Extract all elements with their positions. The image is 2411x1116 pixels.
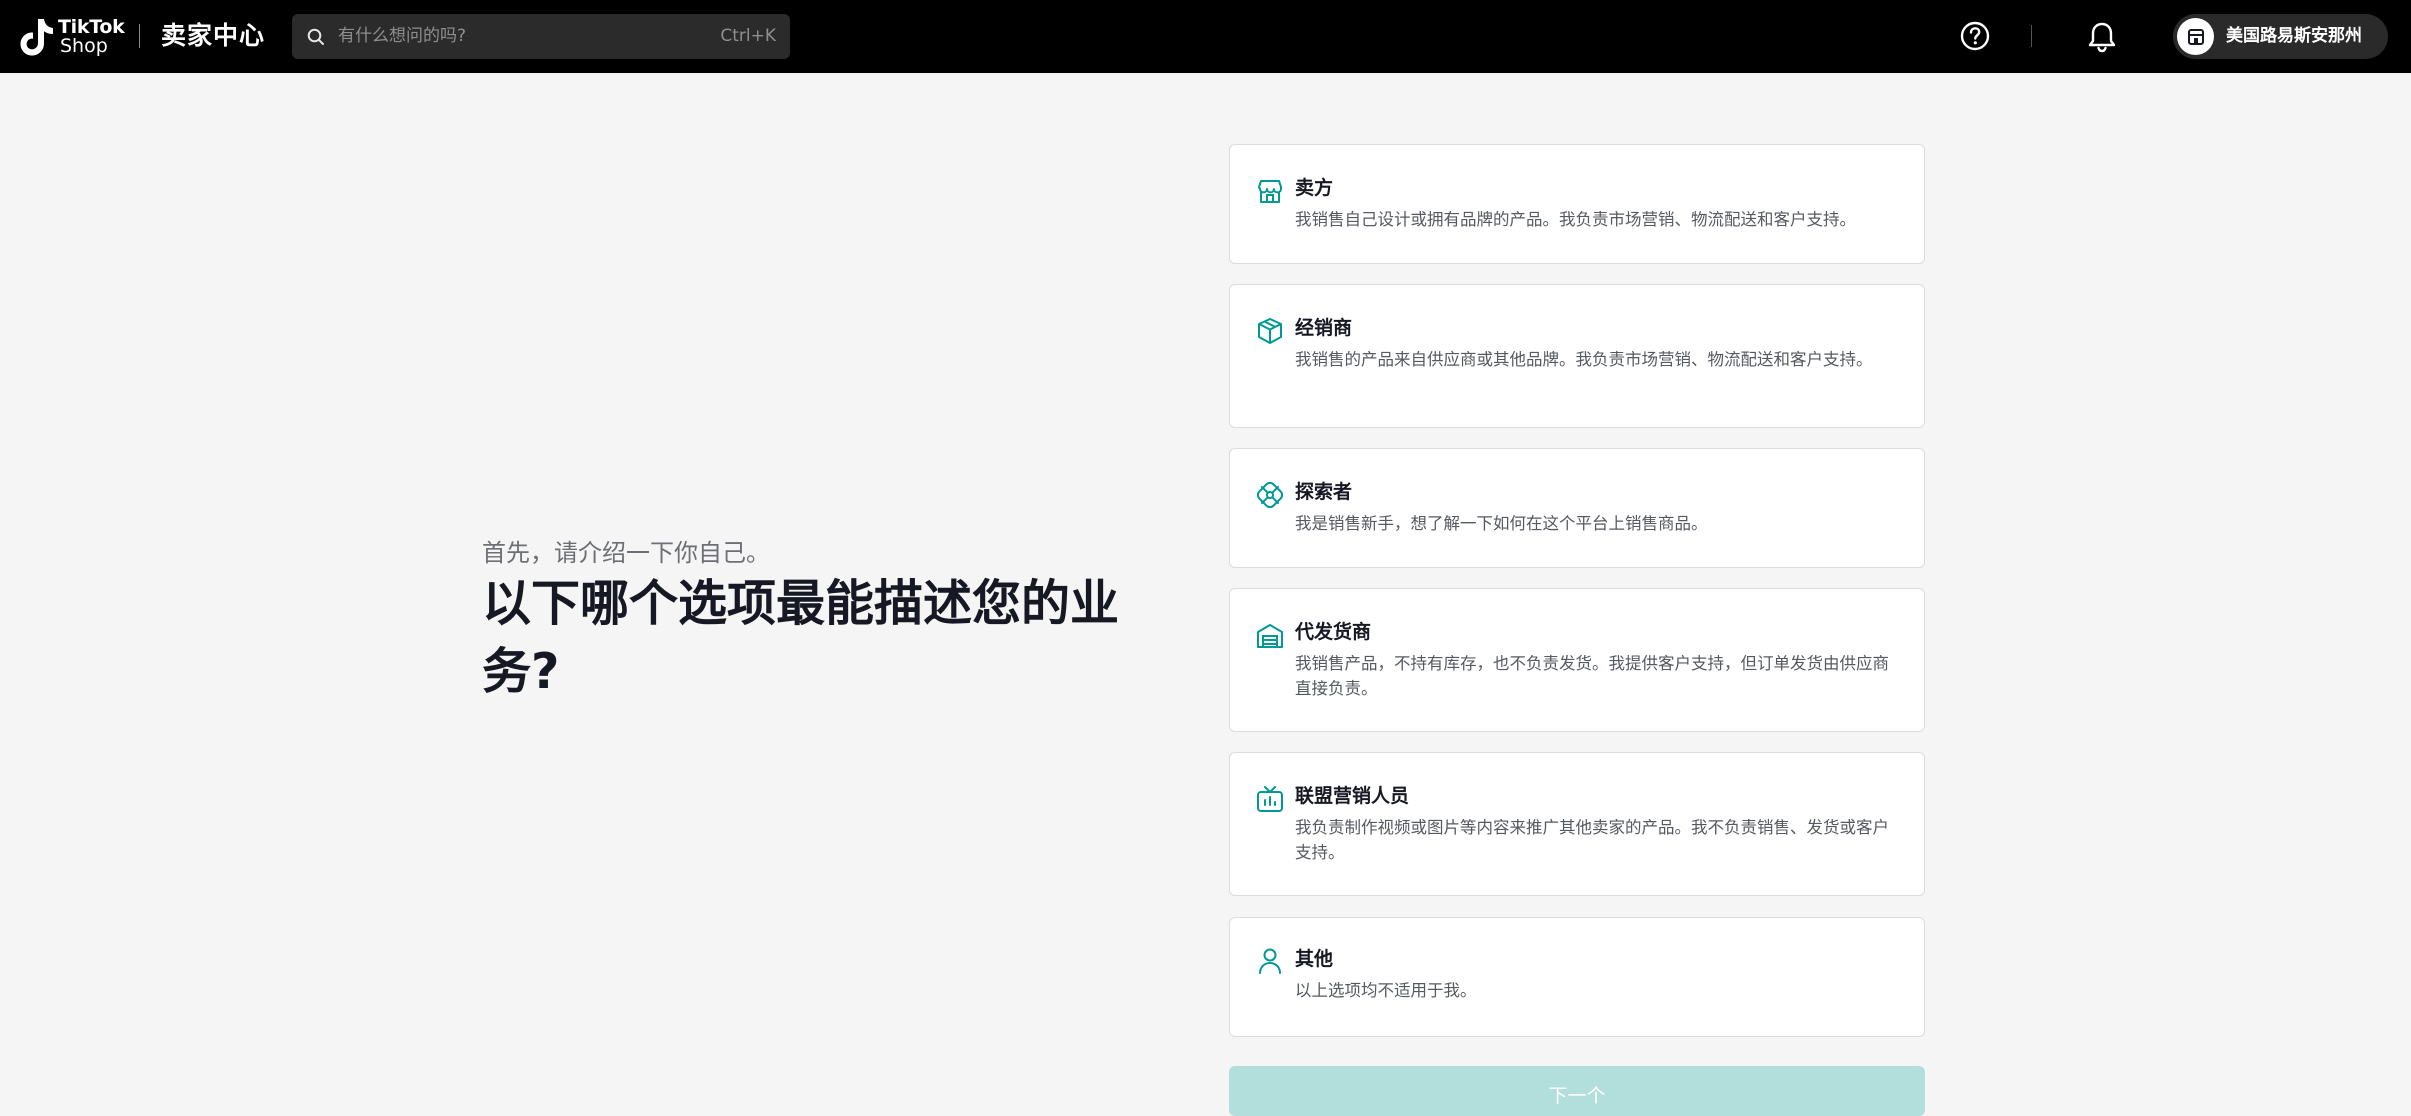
shop-avatar: [2177, 18, 2214, 55]
header-divider: [139, 24, 140, 48]
tiktok-logo-icon: [20, 19, 53, 56]
option-description: 我销售自己设计或拥有品牌的产品。我负责市场营销、物流配送和客户支持。: [1295, 210, 1856, 229]
store-icon: [1258, 180, 1282, 203]
notification-bell-icon[interactable]: [2087, 21, 2117, 53]
option-affiliate[interactable]: 联盟营销人员 我负责制作视频或图片等内容来推广其他卖家的产品。我不负责销售、发货…: [1229, 752, 1925, 896]
option-description: 我销售产品，不持有库存，也不负责发货。我提供客户支持，但订单发货由供应商直接负责…: [1295, 654, 1889, 698]
option-title: 经销商: [1295, 317, 1353, 339]
option-title: 探索者: [1295, 481, 1353, 503]
search-bar[interactable]: 有什么想问的吗? Ctrl+K: [292, 14, 790, 59]
option-explorer[interactable]: 探索者 我是销售新手，想了解一下如何在这个平台上销售商品。: [1229, 448, 1925, 568]
option-description: 我是销售新手，想了解一下如何在这个平台上销售商品。: [1295, 514, 1708, 533]
option-reseller[interactable]: 经销商 我销售的产品来自供应商或其他品牌。我负责市场营销、物流配送和客户支持。: [1229, 284, 1925, 428]
search-placeholder: 有什么想问的吗?: [338, 26, 467, 46]
shop-icon: [2187, 28, 2204, 45]
intro-text: 首先，请介绍一下你自己。: [482, 539, 770, 567]
account-name: 美国路易斯安那州: [2226, 26, 2362, 46]
option-description: 我负责制作视频或图片等内容来推广其他卖家的产品。我不负责销售、发货或客户支持。: [1295, 818, 1889, 862]
person-icon: [1259, 948, 1281, 974]
option-seller[interactable]: 卖方 我销售自己设计或拥有品牌的产品。我负责市场营销、物流配送和客户支持。: [1229, 144, 1925, 264]
app-title: 卖家中心: [161, 21, 266, 50]
help-icon[interactable]: [1959, 20, 1991, 52]
tv-icon: [1257, 786, 1283, 812]
option-title: 卖方: [1295, 177, 1334, 199]
box-icon: [1258, 318, 1282, 344]
search-icon: [307, 28, 324, 45]
option-title: 其他: [1295, 948, 1334, 970]
option-dropshipper[interactable]: 代发货商 我销售产品，不持有库存，也不负责发货。我提供客户支持，但订单发货由供应…: [1229, 588, 1925, 732]
explorer-icon: [1256, 481, 1284, 509]
option-title: 代发货商: [1295, 621, 1372, 643]
search-shortcut-hint: Ctrl+K: [720, 26, 776, 46]
option-title: 联盟营销人员: [1295, 785, 1410, 807]
option-description: 我销售的产品来自供应商或其他品牌。我负责市场营销、物流配送和客户支持。: [1295, 350, 1873, 369]
tiktok-shop-logo[interactable]: TikTok Shop: [18, 15, 125, 59]
next-button[interactable]: 下一个: [1229, 1066, 1925, 1116]
option-description: 以上选项均不适用于我。: [1295, 981, 1477, 1000]
header-divider-right: [2031, 25, 2032, 47]
warehouse-icon: [1257, 624, 1283, 648]
account-switcher[interactable]: 美国路易斯安那州: [2173, 14, 2388, 59]
logo-text-shop: Shop: [60, 35, 108, 57]
page-title: 以下哪个选项最能描述您的业务?: [482, 575, 1120, 700]
top-bar: TikTok Shop 卖家中心 有什么想问的吗? Ctrl+K 美国路易斯安那…: [0, 0, 2411, 73]
option-other[interactable]: 其他 以上选项均不适用于我。: [1229, 917, 1925, 1037]
